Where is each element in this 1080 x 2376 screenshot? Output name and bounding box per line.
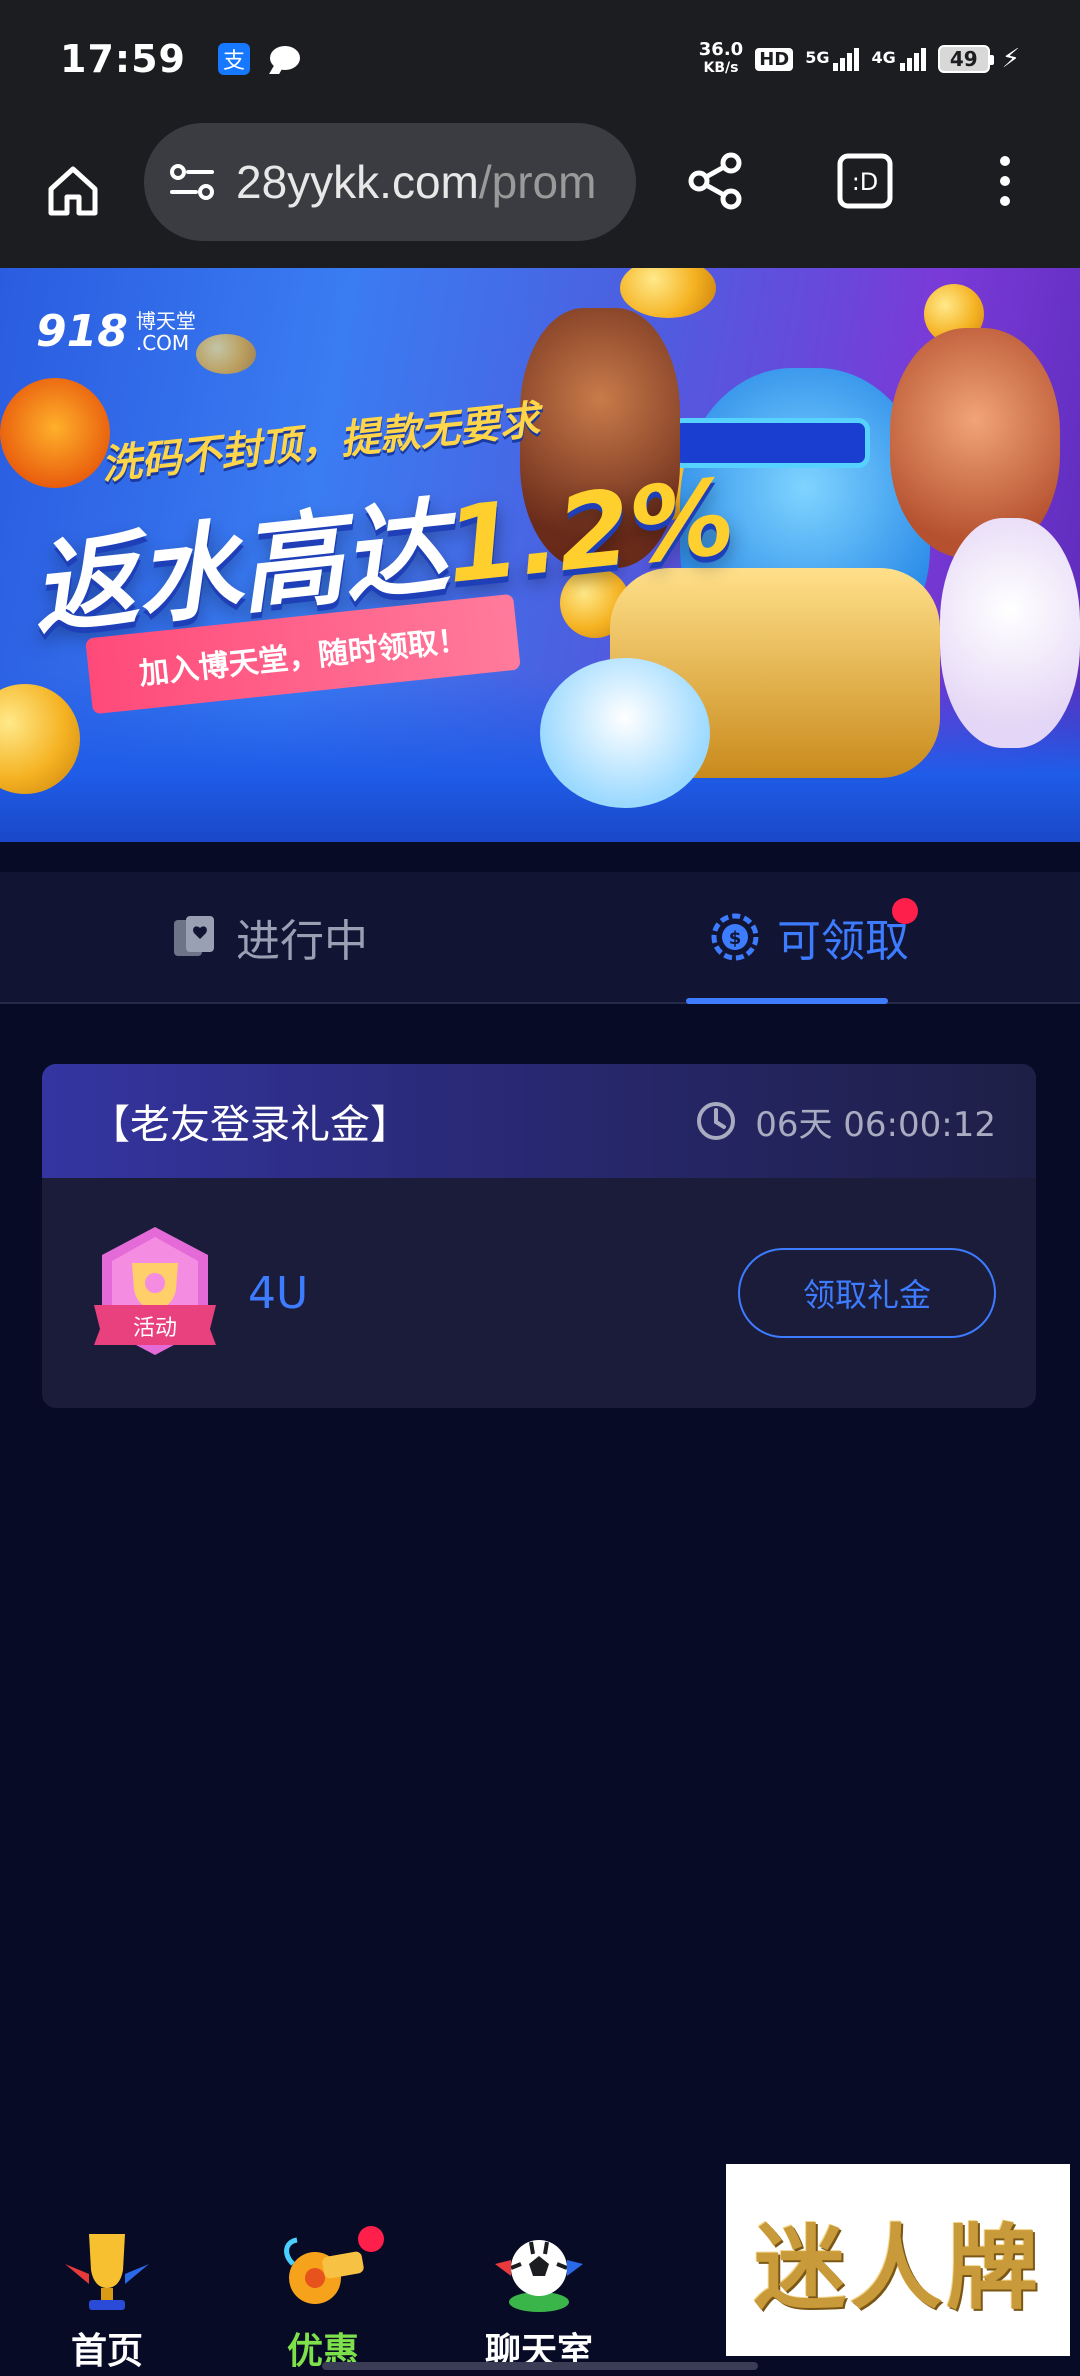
charging-icon: ⚡ <box>1001 44 1020 74</box>
headline-percent: 1.2% <box>440 455 740 607</box>
bunny-character <box>940 518 1080 748</box>
trophy-icon <box>65 2234 149 2310</box>
signal-icon: 5G <box>805 47 860 71</box>
status-time: 17:59 <box>60 37 186 81</box>
url-domain: 28yykk.com <box>236 156 479 208</box>
badge-text: 活动 <box>133 1316 177 1341</box>
home-button[interactable] <box>38 156 108 226</box>
cards-icon <box>174 916 214 956</box>
address-bar[interactable]: 28yykk.com/prom <box>144 123 636 241</box>
tab-label: 可领取 <box>777 916 909 967</box>
home-icon <box>48 166 98 216</box>
nav-chatroom[interactable]: 聊天室 <box>464 2224 614 2374</box>
status-bar: 17:59 支 36.0 KB/s HD 5G 4G 49 ⚡ <box>0 0 1080 118</box>
promo-tabs: 进行中 $ 可领取 <box>0 872 1080 1004</box>
coin-decoration <box>196 334 256 374</box>
notification-dot <box>892 898 918 924</box>
home-indicator <box>322 2362 758 2370</box>
message-icon <box>268 44 302 74</box>
status-right: 36.0 KB/s HD 5G 4G 49 ⚡ <box>699 41 1020 77</box>
notification-dot <box>358 2226 384 2252</box>
reward-amount: 4U <box>248 1267 309 1319</box>
site-settings-icon[interactable] <box>168 162 216 202</box>
more-menu-button[interactable] <box>970 146 1040 216</box>
clownfish-character <box>0 378 110 488</box>
url-text: 28yykk.com/prom <box>236 155 596 209</box>
signal-label-4g: 4G <box>871 47 896 67</box>
desktop-mode-button[interactable]: :D <box>830 146 900 216</box>
activity-badge: 活动 <box>90 1223 220 1363</box>
tab-claimable[interactable]: $ 可领取 <box>540 872 1080 1002</box>
card-header: 【老友登录礼金】 06天 06:00:12 <box>42 1064 1036 1178</box>
share-button[interactable] <box>680 146 750 216</box>
clock-icon <box>697 1102 736 1140</box>
countdown-text: 06天 06:00:12 <box>755 1104 996 1145</box>
net-speed-unit: KB/s <box>703 60 739 76</box>
signal-icon: 4G <box>871 47 926 71</box>
active-tab-indicator <box>686 998 888 1004</box>
battery-icon: 49 <box>937 45 994 73</box>
card-title: 【老友登录礼金】 <box>90 1102 410 1148</box>
nav-label: 首页 <box>70 2331 143 2372</box>
alipay-icon: 支 <box>217 43 250 75</box>
tab-in-progress[interactable]: 进行中 <box>0 872 540 1002</box>
share-icon <box>688 152 742 210</box>
signal-label-5g: 5G <box>805 47 830 67</box>
nav-home[interactable]: 首页 <box>32 2224 182 2374</box>
tab-label: 进行中 <box>236 916 368 967</box>
svg-text::D: :D <box>852 168 879 196</box>
coin-decoration <box>620 268 716 318</box>
net-speed-value: 36.0 <box>698 39 744 60</box>
soccer-ball-icon <box>495 2240 583 2312</box>
more-icon <box>1000 156 1010 206</box>
reward-card: 【老友登录礼金】 06天 06:00:12 活动 4U 领取礼金 <box>42 1064 1036 1408</box>
logo-site: 博天堂 <box>135 308 196 333</box>
logo-domain: .COM <box>135 330 190 355</box>
whistle-icon <box>284 2237 364 2304</box>
card-body: 活动 4U 领取礼金 <box>42 1178 1036 1408</box>
logo-number: 918 <box>36 306 128 357</box>
desktop-mode-icon: :D <box>837 153 893 209</box>
hd-badge: HD <box>755 47 794 71</box>
battery-level: 49 <box>949 47 978 71</box>
url-path: /prom <box>478 156 597 208</box>
network-speed: 36.0 KB/s <box>699 41 743 77</box>
trophy-badge-icon: 活动 <box>94 1227 216 1355</box>
claim-button[interactable]: 领取礼金 <box>738 1248 996 1338</box>
status-left: 17:59 支 <box>60 37 302 81</box>
countdown-timer: 06天 06:00:12 <box>695 1097 996 1146</box>
promo-banner[interactable]: 918 博天堂 .COM 洗码不封顶，提款无要求 返水高达1.2% 加入博天堂，… <box>0 268 1080 842</box>
banner-logo: 918 博天堂 .COM <box>36 306 196 357</box>
watermark-text: 迷人牌 <box>753 2213 1042 2322</box>
watermark: 迷人牌 <box>726 2164 1070 2356</box>
coin-icon: $ <box>711 913 759 961</box>
svg-text:$: $ <box>729 928 742 949</box>
browser-toolbar: 28yykk.com/prom :D <box>0 118 1080 268</box>
pufferfish-character <box>540 658 710 808</box>
